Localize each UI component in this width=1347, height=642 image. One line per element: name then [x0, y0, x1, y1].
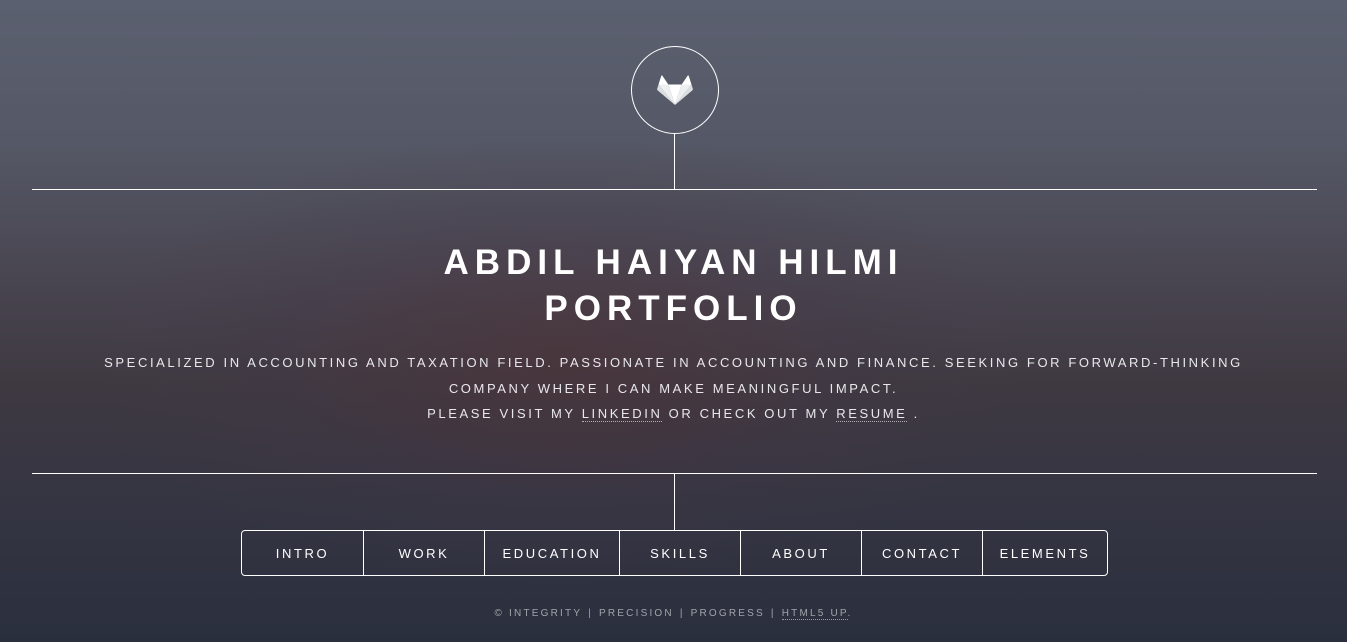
nav-item-intro[interactable]: INTRO [242, 531, 363, 575]
footer-progress: PROGRESS [690, 608, 765, 619]
nav-item-work[interactable]: WORK [363, 531, 484, 575]
linkedin-link[interactable]: LINKEDIN [581, 406, 663, 422]
intro-prefix: PLEASE VISIT MY [427, 406, 576, 421]
connector-line-top [674, 133, 675, 190]
title-line-portfolio: PORTFOLIO [544, 289, 803, 328]
intro-links-line: PLEASE VISIT MY LINKEDIN OR CHECK OUT MY… [60, 401, 1287, 427]
footer-separator: | [770, 608, 776, 619]
divider-top [32, 189, 1317, 190]
intro-suffix: . [913, 406, 920, 421]
footer-html5up-link[interactable]: HTML5 UP [781, 608, 848, 620]
footer-copyright: © INTEGRITY [494, 608, 583, 619]
page: ABDIL HAIYAN HILMI PORTFOLIO SPECIALIZED… [0, 0, 1347, 642]
footer: © INTEGRITY | PRECISION | PROGRESS | HTML5 UP. [0, 608, 1347, 620]
connector-line-bottom [674, 474, 675, 530]
main-nav: INTRO WORK EDUCATION SKILLS ABOUT CONTAC… [241, 530, 1108, 576]
gitlab-fox-icon [657, 75, 693, 105]
footer-precision: PRECISION [599, 608, 674, 619]
intro-line: SPECIALIZED IN ACCOUNTING AND TAXATION F… [104, 355, 1243, 396]
resume-link[interactable]: RESUME [836, 406, 908, 422]
footer-separator: | [679, 608, 685, 619]
page-title: ABDIL HAIYAN HILMI PORTFOLIO [0, 240, 1347, 332]
title-line-name: ABDIL HAIYAN HILMI [443, 243, 904, 282]
intro-middle: OR CHECK OUT MY [668, 406, 830, 421]
footer-separator: | [588, 608, 594, 619]
nav-item-education[interactable]: EDUCATION [484, 531, 619, 575]
nav-item-skills[interactable]: SKILLS [619, 531, 740, 575]
nav-item-about[interactable]: ABOUT [740, 531, 861, 575]
intro-description: SPECIALIZED IN ACCOUNTING AND TAXATION F… [60, 350, 1287, 427]
nav-item-contact[interactable]: CONTACT [861, 531, 982, 575]
nav-item-elements[interactable]: ELEMENTS [982, 531, 1107, 575]
logo [631, 46, 719, 134]
footer-end: . [847, 608, 853, 619]
